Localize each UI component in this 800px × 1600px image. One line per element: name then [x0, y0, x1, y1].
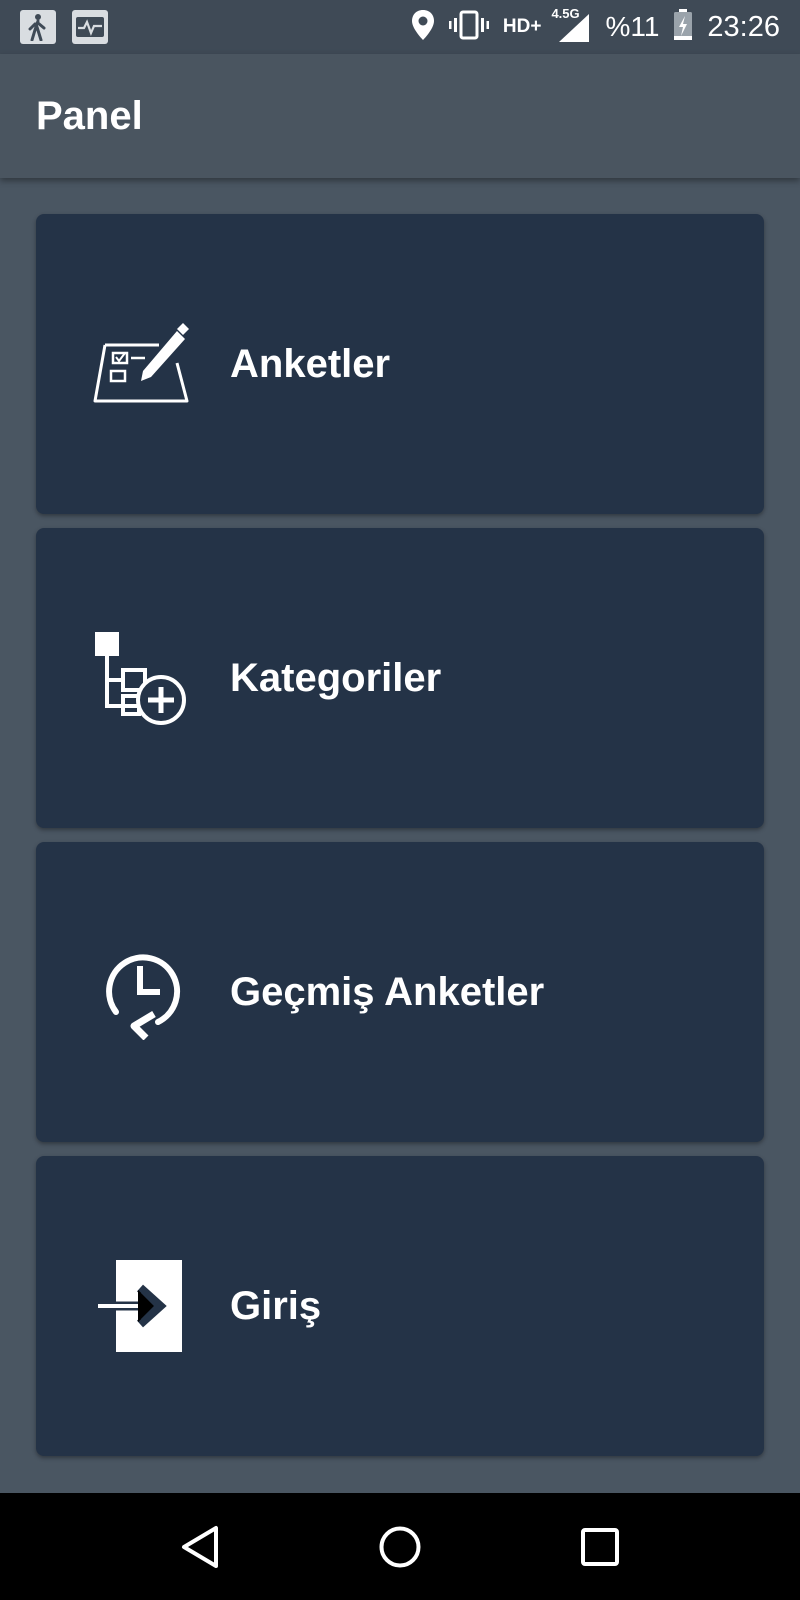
menu-item-login[interactable]: Giriş	[36, 1156, 764, 1456]
signal-icon: 4.5G	[551, 6, 591, 44]
menu-item-label: Geçmiş Anketler	[230, 969, 545, 1014]
page-title: Panel	[36, 93, 143, 138]
battery-percent: %11	[605, 11, 660, 42]
navigation-bar	[0, 1493, 800, 1600]
vibrate-icon	[448, 10, 489, 45]
battery-charging-icon	[673, 8, 693, 46]
menu-list: Anketler Kategoriler Geçmiş Anketler Gir…	[36, 214, 764, 1470]
status-bar: HD+ 4.5G %11 23:26	[0, 0, 800, 54]
activity-icon	[72, 10, 108, 44]
menu-item-label: Giriş	[230, 1283, 322, 1328]
status-right: HD+ 4.5G %11 23:26	[397, 6, 780, 46]
survey-edit-icon	[86, 309, 196, 419]
app-bar: Panel	[0, 54, 800, 178]
menu-item-label: Kategoriler	[230, 655, 442, 700]
location-icon	[411, 9, 435, 46]
back-icon	[182, 1525, 218, 1568]
recents-button[interactable]	[570, 1517, 630, 1577]
category-add-icon	[86, 623, 196, 733]
status-left	[20, 10, 124, 44]
menu-item-past-surveys[interactable]: Geçmiş Anketler	[36, 842, 764, 1142]
menu-item-surveys[interactable]: Anketler	[36, 214, 764, 514]
menu-item-label: Anketler	[230, 341, 391, 386]
home-icon	[379, 1526, 421, 1567]
back-button[interactable]	[170, 1517, 230, 1577]
sign-in-icon	[86, 1251, 196, 1361]
recents-icon	[581, 1527, 619, 1566]
menu-item-categories[interactable]: Kategoriler	[36, 528, 764, 828]
home-button[interactable]	[370, 1517, 430, 1577]
walking-icon	[20, 10, 56, 44]
clock: 23:26	[707, 10, 780, 43]
history-clock-icon	[86, 937, 196, 1047]
network-label: HD+	[502, 16, 542, 37]
